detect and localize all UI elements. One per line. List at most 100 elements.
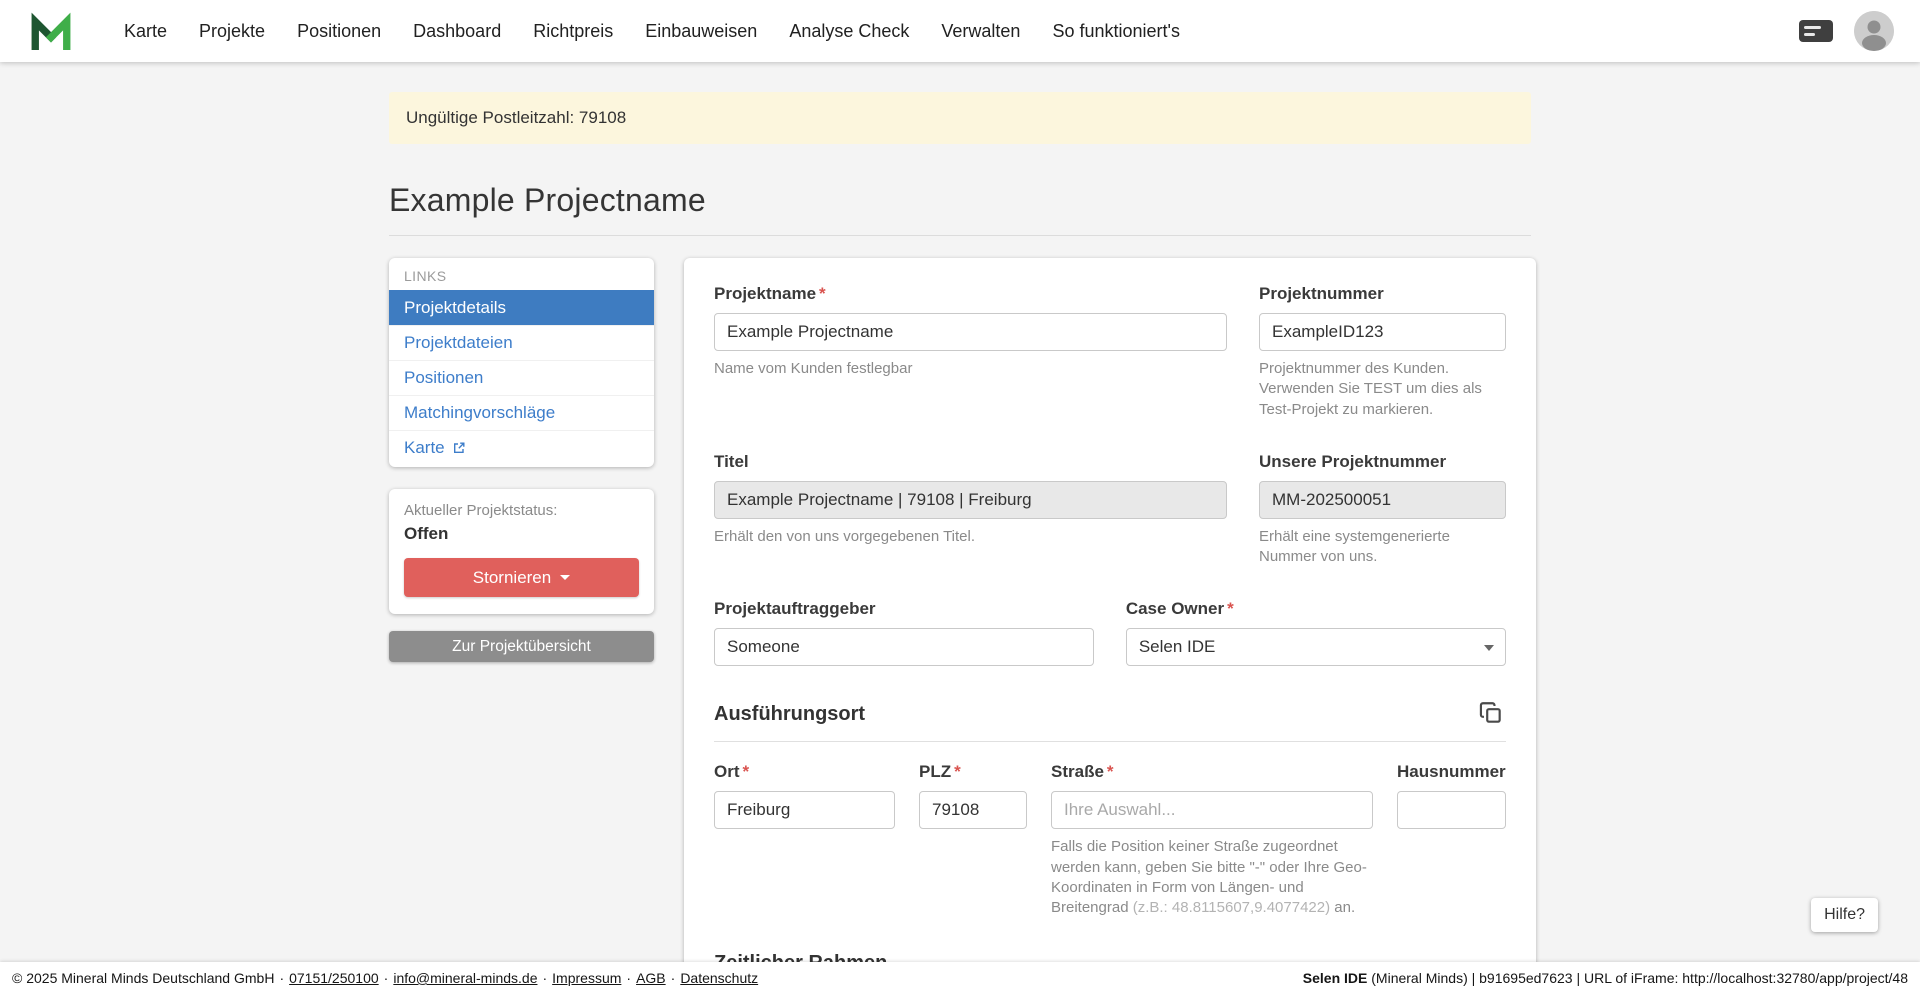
cancel-project-label: Stornieren — [473, 568, 551, 588]
top-navbar: Karte Projekte Positionen Dashboard Rich… — [0, 0, 1920, 62]
section-ausfuehrungsort-title: Ausführungsort — [714, 703, 865, 726]
navbar-right — [1798, 11, 1894, 51]
case-owner-selected-value: Selen IDE — [1139, 637, 1216, 657]
plz-label-text: PLZ — [919, 762, 951, 781]
title-divider — [389, 235, 1531, 236]
projektnummer-input[interactable] — [1259, 313, 1506, 351]
case-owner-select[interactable]: Selen IDE — [1126, 628, 1506, 666]
field-titel: Titel Erhält den von uns vorgegebenen Ti… — [714, 452, 1227, 547]
strasse-label: Straße* — [1051, 762, 1373, 782]
nav-item-positionen[interactable]: Positionen — [281, 11, 397, 52]
required-marker: * — [1107, 762, 1114, 781]
ort-label: Ort* — [714, 762, 895, 782]
footer: © 2025 Mineral Minds Deutschland GmbH · 07… — [0, 962, 1920, 994]
footer-copyright: © 2025 Mineral Minds Deutschland GmbH — [12, 970, 274, 986]
ort-input[interactable] — [714, 791, 895, 829]
logo-icon — [30, 12, 72, 50]
project-details-form: Projektname* Name vom Kunden festlegbar … — [684, 258, 1536, 962]
plz-input[interactable] — [919, 791, 1027, 829]
footer-session-details: (Mineral Minds) | b91695ed7623 | URL of … — [1367, 970, 1908, 986]
required-marker: * — [954, 762, 961, 781]
nav-item-projekte[interactable]: Projekte — [183, 11, 281, 52]
sidebar-item-label: Projektdateien — [404, 333, 513, 353]
footer-separator: · — [279, 970, 284, 986]
footer-agb-link[interactable]: AGB — [636, 970, 666, 986]
nav-item-einbauweisen[interactable]: Einbauweisen — [629, 11, 773, 52]
server-icon[interactable] — [1798, 18, 1834, 44]
copy-address-button[interactable] — [1476, 698, 1506, 731]
hausnummer-input[interactable] — [1397, 791, 1506, 829]
sidebar-item-positionen[interactable]: Positionen — [389, 360, 654, 395]
footer-impressum-link[interactable]: Impressum — [552, 970, 621, 986]
footer-phone-link[interactable]: 07151/250100 — [289, 970, 379, 986]
footer-email-link[interactable]: info@mineral-minds.de — [393, 970, 537, 986]
warning-alert: Ungültige Postleitzahl: 79108 — [389, 92, 1531, 144]
copy-icon — [1478, 700, 1504, 726]
main-nav: Karte Projekte Positionen Dashboard Rich… — [108, 11, 1196, 52]
unsere-projektnummer-helper: Erhält eine systemgenerierte Nummer von … — [1259, 527, 1506, 568]
strasse-helper-example: (z.B.: 48.8115607,9.4077422) — [1133, 899, 1330, 916]
warning-alert-text: Ungültige Postleitzahl: 79108 — [406, 108, 626, 127]
sidebar-item-karte[interactable]: Karte — [389, 430, 654, 465]
footer-separator: · — [671, 970, 676, 986]
nav-item-karte[interactable]: Karte — [108, 11, 183, 52]
strasse-helper: Falls die Position keiner Straße zugeord… — [1051, 837, 1373, 918]
field-projektauftraggeber: Projektauftraggeber — [714, 599, 1094, 666]
status-card: Aktueller Projektstatus: Offen Storniere… — [389, 489, 654, 614]
strasse-input[interactable] — [1051, 791, 1373, 829]
nav-item-richtpreis[interactable]: Richtpreis — [517, 11, 629, 52]
project-overview-button[interactable]: Zur Projektübersicht — [389, 631, 654, 662]
field-plz: PLZ* — [919, 762, 1027, 829]
chevron-down-icon — [560, 575, 570, 580]
footer-separator: · — [384, 970, 389, 986]
footer-session-info: Selen IDE (Mineral Minds) | b91695ed7623… — [1303, 970, 1908, 986]
sidebar-item-projektdetails[interactable]: Projektdetails — [389, 290, 654, 325]
avatar-circle — [1854, 11, 1894, 51]
main-content: Ungültige Postleitzahl: 79108 Example Pr… — [0, 62, 1920, 962]
field-projektnummer: Projektnummer Projektnummer des Kunden. … — [1259, 284, 1506, 420]
footer-user: Selen IDE — [1303, 970, 1368, 986]
cancel-project-button[interactable]: Stornieren — [404, 558, 639, 597]
status-label: Aktueller Projektstatus: — [404, 502, 639, 519]
case-owner-label-text: Case Owner — [1126, 599, 1224, 618]
projektnummer-label: Projektnummer — [1259, 284, 1506, 304]
projektname-input[interactable] — [714, 313, 1227, 351]
sidebar-item-label: Matchingvorschläge — [404, 403, 555, 423]
field-strasse: Straße* Falls die Position keiner Straße… — [1051, 762, 1373, 918]
projektauftraggeber-input[interactable] — [714, 628, 1094, 666]
footer-separator: · — [542, 970, 547, 986]
external-link-icon — [452, 441, 466, 455]
sidebar-item-matchingvorschlaege[interactable]: Matchingvorschläge — [389, 395, 654, 430]
sidebar-item-label: Positionen — [404, 368, 483, 388]
plz-label: PLZ* — [919, 762, 1027, 782]
field-case-owner: Case Owner* Selen IDE — [1126, 599, 1506, 666]
sidebar-item-label: Projektdetails — [404, 298, 506, 318]
sidebar-item-label: Karte — [404, 438, 445, 458]
nav-item-verwalten[interactable]: Verwalten — [925, 11, 1036, 52]
sidebar-item-projektdateien[interactable]: Projektdateien — [389, 325, 654, 360]
required-marker: * — [743, 762, 750, 781]
strasse-helper-suffix: an. — [1330, 899, 1355, 916]
project-overview-label: Zur Projektübersicht — [452, 638, 591, 655]
hausnummer-label: Hausnummer — [1397, 762, 1506, 782]
mineral-minds-logo[interactable] — [30, 11, 74, 51]
strasse-label-text: Straße — [1051, 762, 1104, 781]
help-button[interactable]: Hilfe? — [1811, 898, 1878, 932]
user-avatar[interactable] — [1854, 11, 1894, 51]
field-hausnummer: Hausnummer — [1397, 762, 1506, 829]
titel-helper: Erhält den von uns vorgegebenen Titel. — [714, 527, 1227, 547]
section-zeitlicher-rahmen-title: Zeitlicher Rahmen — [714, 952, 887, 962]
nav-item-analyse-check[interactable]: Analyse Check — [773, 11, 925, 52]
projektname-label-text: Projektname — [714, 284, 816, 303]
nav-item-dashboard[interactable]: Dashboard — [397, 11, 517, 52]
nav-item-so-funktionierts[interactable]: So funktioniert's — [1036, 11, 1196, 52]
footer-datenschutz-link[interactable]: Datenschutz — [680, 970, 758, 986]
required-marker: * — [819, 284, 826, 303]
chevron-down-icon — [1484, 645, 1494, 651]
field-unsere-projektnummer: Unsere Projektnummer Erhält eine systemg… — [1259, 452, 1506, 568]
projektname-helper: Name vom Kunden festlegbar — [714, 359, 1227, 379]
case-owner-label: Case Owner* — [1126, 599, 1506, 619]
field-ort: Ort* — [714, 762, 895, 829]
field-projektname: Projektname* Name vom Kunden festlegbar — [714, 284, 1227, 379]
page-title: Example Projectname — [389, 182, 1531, 219]
